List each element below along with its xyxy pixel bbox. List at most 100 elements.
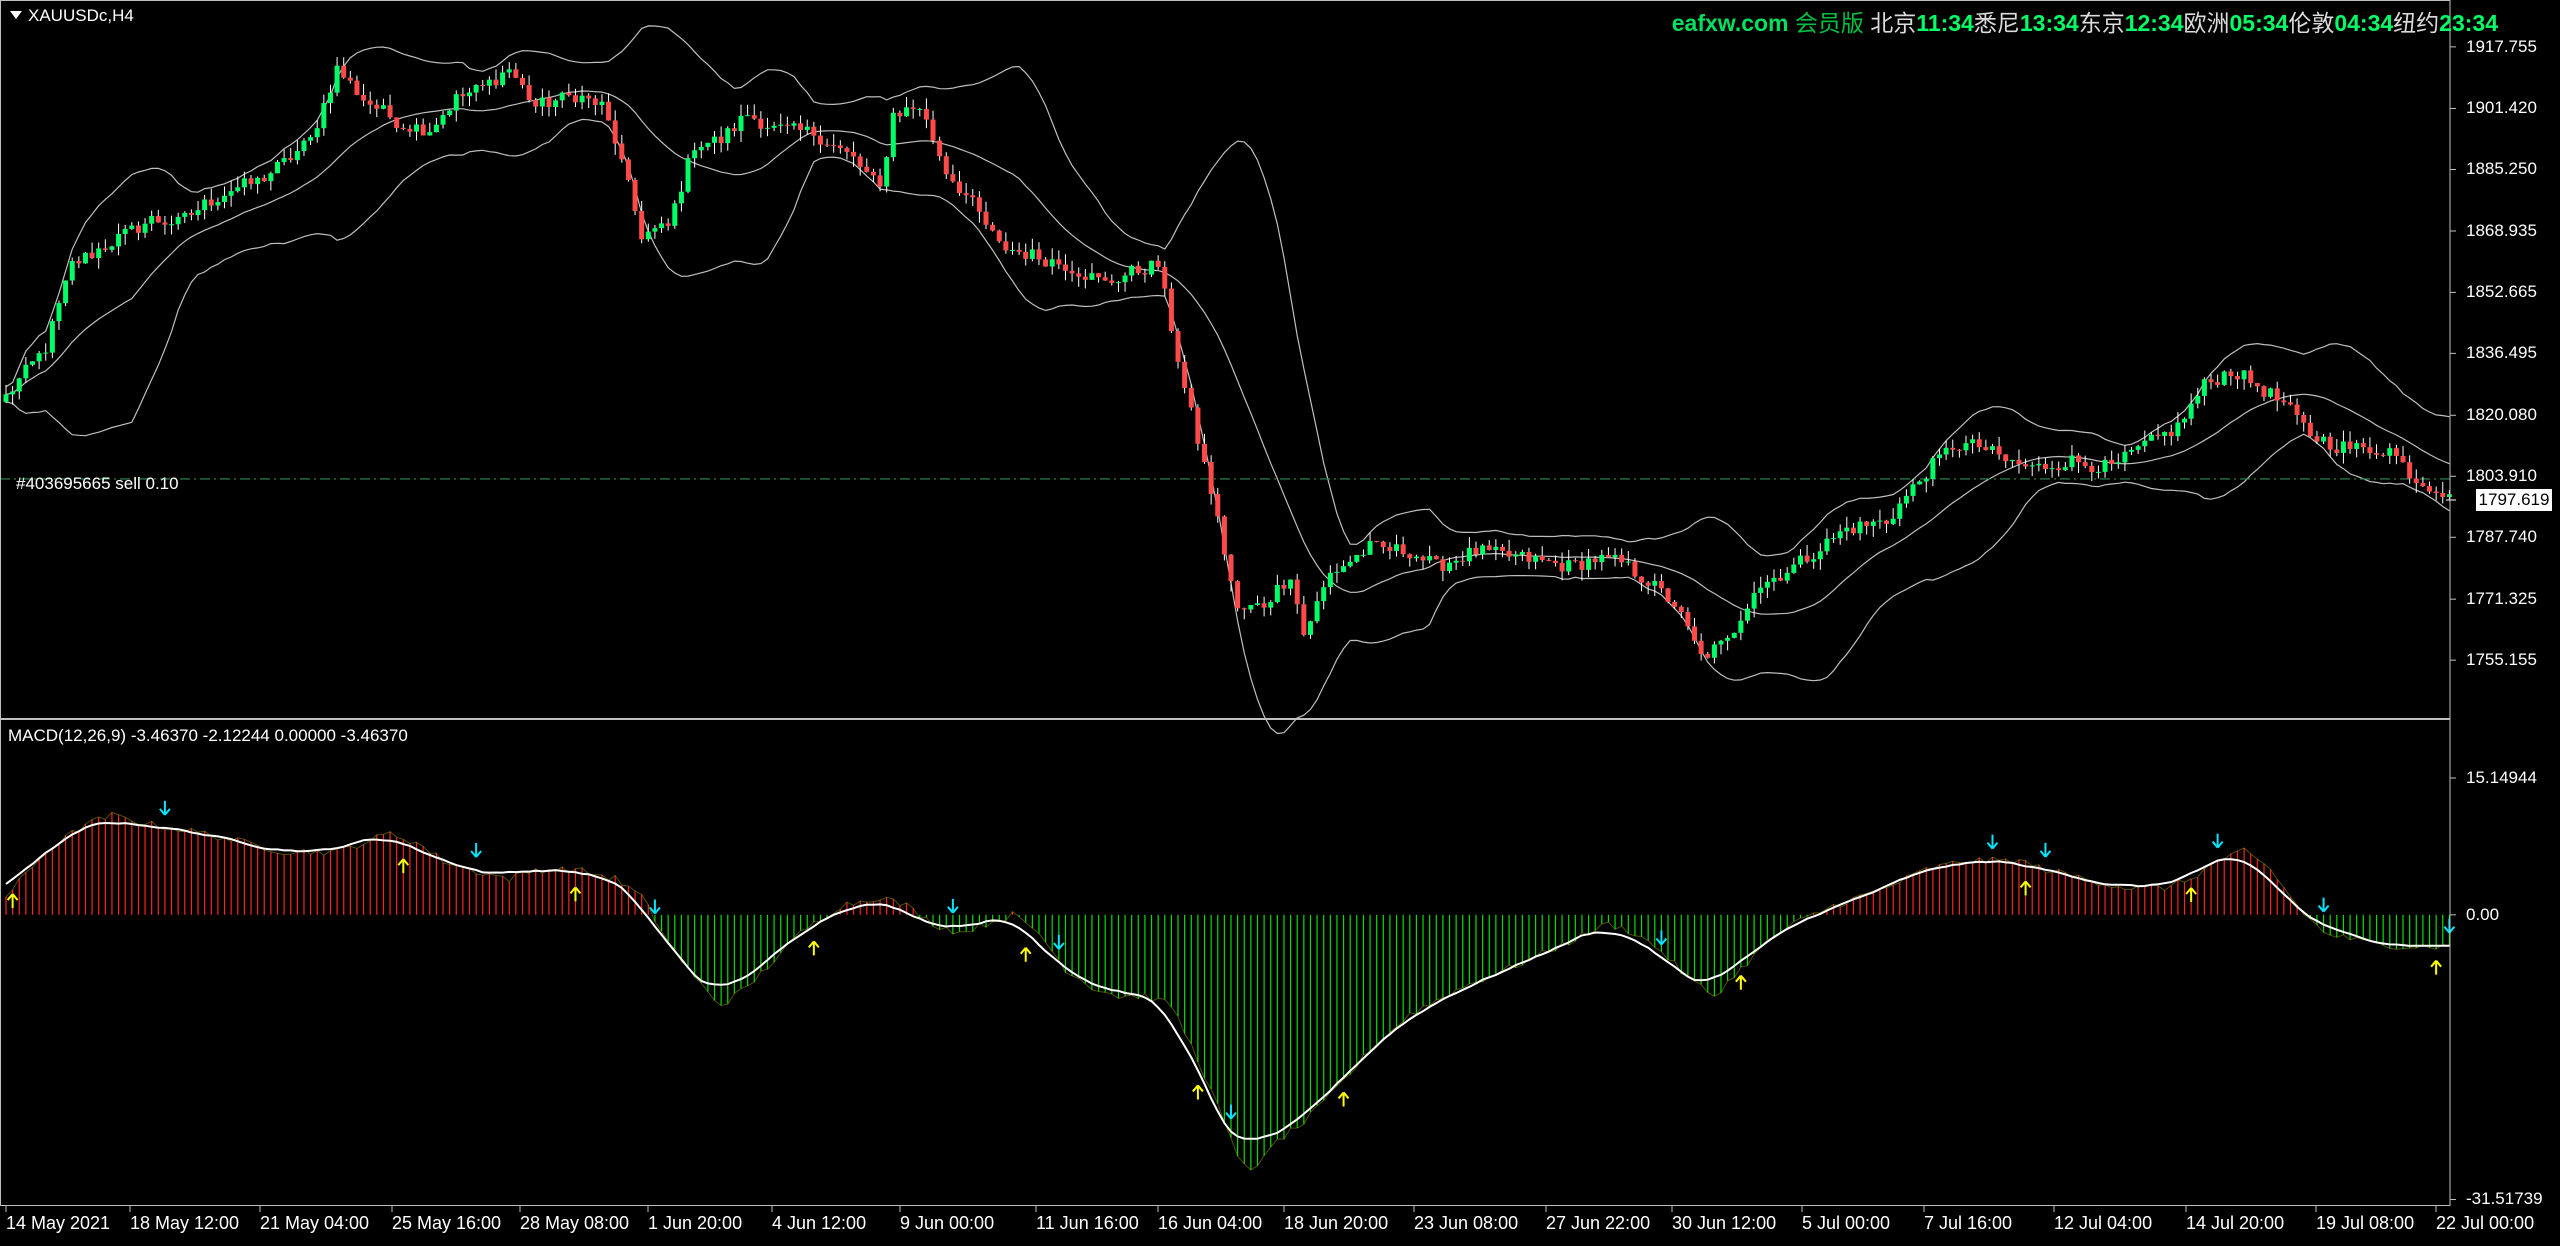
candle[interactable] xyxy=(480,79,486,91)
candle[interactable] xyxy=(2188,393,2194,426)
candle[interactable] xyxy=(1711,641,1717,664)
candle[interactable] xyxy=(467,87,473,107)
candle[interactable] xyxy=(102,239,108,253)
candle[interactable] xyxy=(712,130,718,155)
candle[interactable] xyxy=(222,186,228,209)
candle[interactable] xyxy=(1764,575,1770,598)
candle[interactable] xyxy=(361,84,367,107)
candle[interactable] xyxy=(208,188,214,212)
candle[interactable] xyxy=(2016,449,2022,474)
candle[interactable] xyxy=(599,94,605,115)
candle[interactable] xyxy=(473,84,479,102)
candle[interactable] xyxy=(996,229,1002,243)
candle[interactable] xyxy=(1718,639,1724,655)
candle[interactable] xyxy=(1877,509,1883,529)
candle[interactable] xyxy=(1208,455,1214,505)
candle[interactable] xyxy=(1758,576,1764,604)
candle[interactable] xyxy=(1268,600,1274,616)
candle[interactable] xyxy=(1261,596,1267,617)
candle[interactable] xyxy=(347,70,353,84)
candle[interactable] xyxy=(1036,242,1042,265)
candle[interactable] xyxy=(1043,256,1049,267)
candle[interactable] xyxy=(1288,579,1294,596)
candle[interactable] xyxy=(764,117,770,137)
candle[interactable] xyxy=(1281,579,1287,596)
candle[interactable] xyxy=(864,158,870,173)
candle[interactable] xyxy=(1427,545,1433,564)
candle[interactable] xyxy=(1407,553,1413,567)
candle[interactable] xyxy=(2109,450,2115,471)
candle[interactable] xyxy=(2168,424,2174,446)
candle[interactable] xyxy=(1539,546,1545,563)
candle[interactable] xyxy=(1394,534,1400,557)
candle[interactable] xyxy=(2301,411,2307,432)
candle[interactable] xyxy=(1983,439,1989,451)
candle[interactable] xyxy=(394,117,400,133)
candle[interactable] xyxy=(10,386,16,405)
candle[interactable] xyxy=(2281,392,2287,406)
candle[interactable] xyxy=(811,121,817,146)
candle[interactable] xyxy=(1440,555,1446,582)
candle[interactable] xyxy=(49,318,55,359)
candle[interactable] xyxy=(1460,551,1466,566)
candle[interactable] xyxy=(1228,554,1234,592)
candle[interactable] xyxy=(1486,540,1492,551)
candle[interactable] xyxy=(943,152,949,180)
candle[interactable] xyxy=(407,124,413,137)
candle[interactable] xyxy=(500,65,506,88)
candle[interactable] xyxy=(169,215,175,235)
candle[interactable] xyxy=(513,63,519,79)
candle[interactable] xyxy=(1903,489,1909,508)
candle[interactable] xyxy=(175,212,181,230)
candle[interactable] xyxy=(2003,454,2009,469)
candle[interactable] xyxy=(149,210,155,231)
candle[interactable] xyxy=(612,110,618,155)
candle[interactable] xyxy=(63,280,69,307)
candle[interactable] xyxy=(751,104,757,121)
candle[interactable] xyxy=(553,98,559,117)
candle[interactable] xyxy=(56,300,62,330)
candle[interactable] xyxy=(1506,539,1512,562)
candle[interactable] xyxy=(1744,603,1750,624)
candle[interactable] xyxy=(1605,547,1611,558)
candle[interactable] xyxy=(1890,508,1896,526)
candle[interactable] xyxy=(2274,381,2280,412)
candle[interactable] xyxy=(308,134,314,146)
candle[interactable] xyxy=(539,88,545,116)
candle[interactable] xyxy=(2374,444,2380,459)
candle[interactable] xyxy=(1831,532,1837,543)
candle[interactable] xyxy=(1910,479,1916,502)
candle[interactable] xyxy=(2354,439,2360,458)
candle[interactable] xyxy=(1056,250,1062,270)
candle[interactable] xyxy=(725,126,731,151)
candle[interactable] xyxy=(1797,549,1803,568)
candle[interactable] xyxy=(321,94,327,136)
candle[interactable] xyxy=(579,85,585,110)
candle[interactable] xyxy=(2433,486,2439,501)
candle[interactable] xyxy=(1149,260,1155,278)
candle[interactable] xyxy=(453,90,459,122)
candle[interactable] xyxy=(1142,268,1148,283)
candle[interactable] xyxy=(2142,430,2148,452)
candle[interactable] xyxy=(1599,549,1605,571)
candle[interactable] xyxy=(374,99,380,118)
candle[interactable] xyxy=(1705,651,1711,659)
candle[interactable] xyxy=(1188,384,1194,411)
candle[interactable] xyxy=(96,242,102,269)
candle[interactable] xyxy=(1923,476,1929,493)
candle[interactable] xyxy=(447,109,453,117)
candle[interactable] xyxy=(1579,552,1585,581)
candle[interactable] xyxy=(1241,607,1247,620)
candle[interactable] xyxy=(745,104,751,117)
candle[interactable] xyxy=(784,116,790,134)
macd-pane[interactable] xyxy=(5,800,2456,1171)
candle[interactable] xyxy=(109,245,115,253)
candle[interactable] xyxy=(228,180,234,207)
candle[interactable] xyxy=(983,201,989,230)
candle[interactable] xyxy=(23,357,29,384)
candle[interactable] xyxy=(1784,567,1790,584)
candle[interactable] xyxy=(2393,444,2399,465)
candle[interactable] xyxy=(2420,476,2426,488)
candle[interactable] xyxy=(1930,455,1936,487)
candle[interactable] xyxy=(1612,548,1618,567)
